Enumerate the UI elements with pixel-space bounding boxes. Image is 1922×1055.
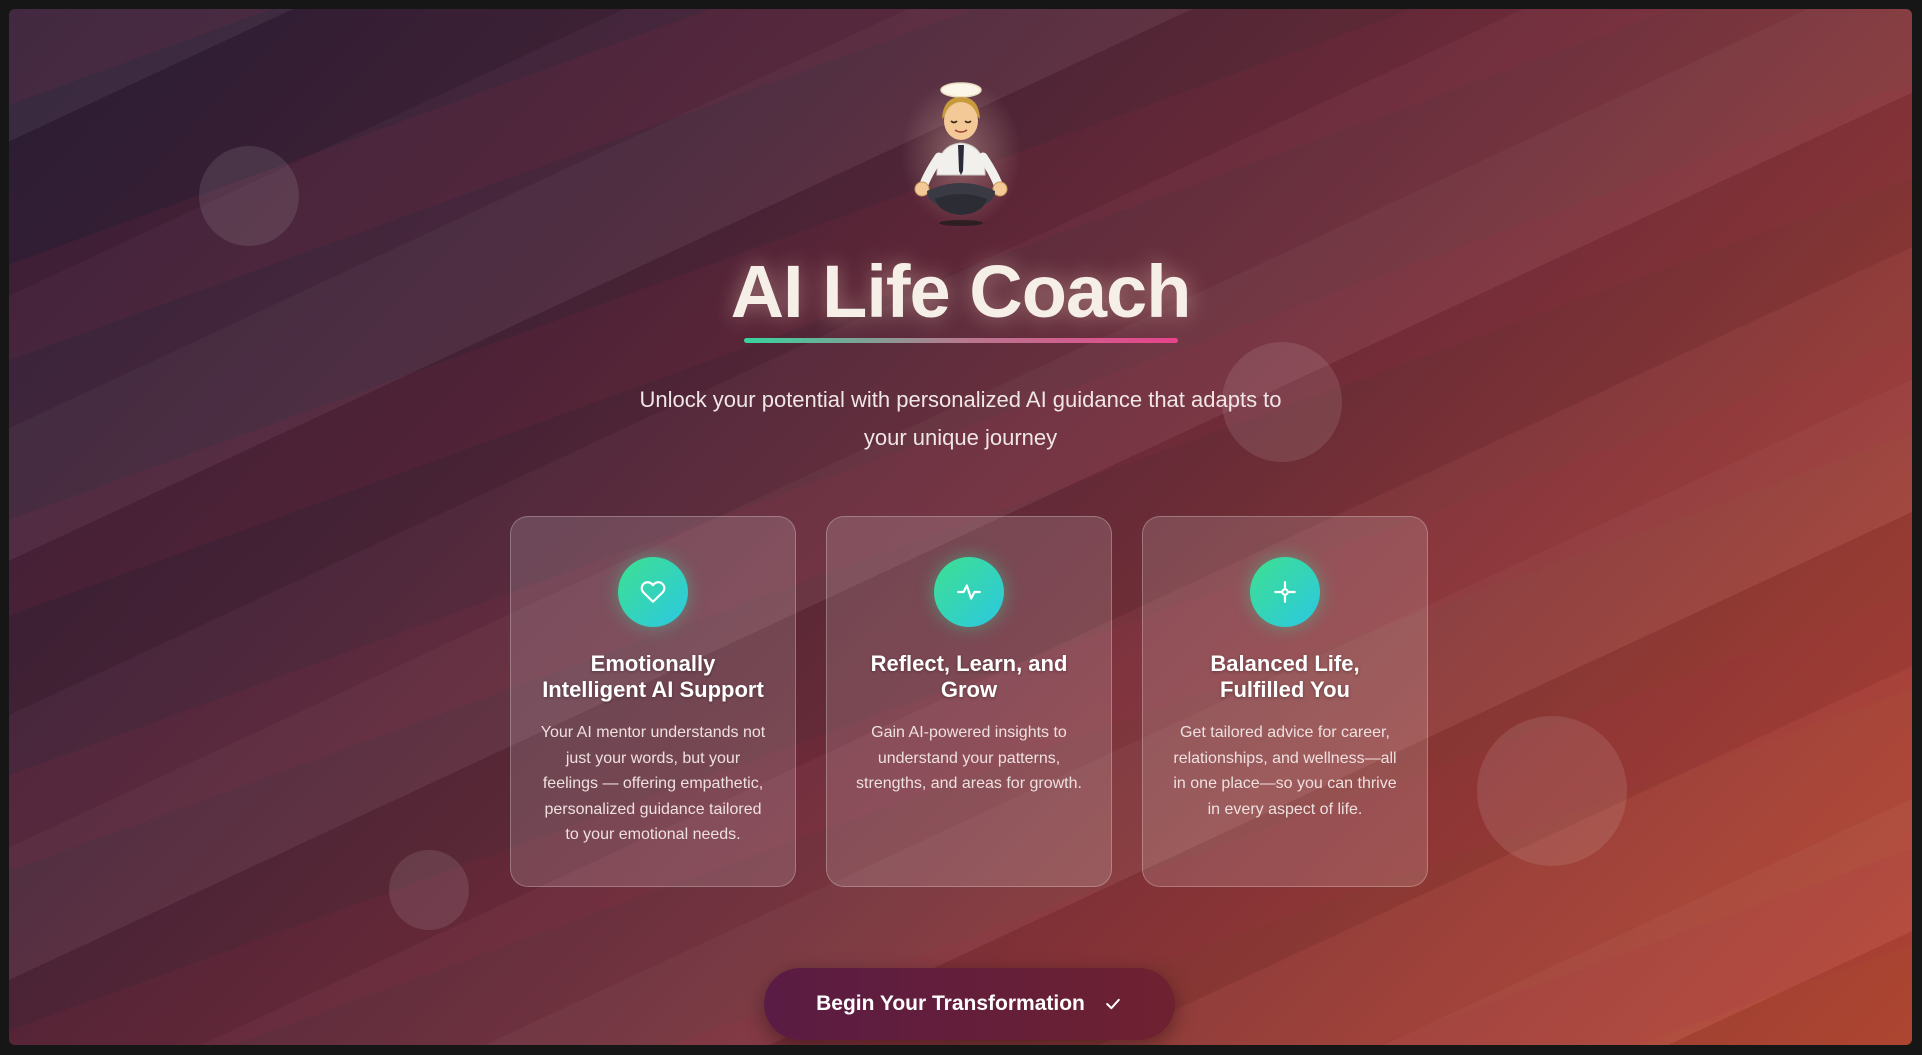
- heart-icon: [618, 557, 688, 627]
- feature-card-balanced-life: Balanced Life, Fulfilled You Get tailore…: [1142, 516, 1428, 887]
- balance-crosshair-icon: [1250, 557, 1320, 627]
- decorative-bubble: [1477, 716, 1627, 866]
- check-icon: [1106, 998, 1120, 1010]
- feature-card-text: Your AI mentor understands not just your…: [540, 724, 766, 843]
- feature-card-emotional-support: Emotionally Intelligent AI Support Your …: [510, 516, 796, 887]
- meditating-person-with-halo-icon: [900, 79, 1021, 229]
- cta-label: Begin Your Transformation: [816, 992, 1085, 1015]
- feature-card-title: Reflect, Learn, and Grow: [870, 651, 1068, 702]
- page-subtitle: Unlock your potential with personalized …: [639, 387, 1282, 450]
- page-title: AI Life Coach: [730, 250, 1192, 333]
- decorative-bubble: [389, 850, 469, 930]
- begin-transformation-button[interactable]: Begin Your Transformation: [764, 968, 1175, 1040]
- feature-card-title: Emotionally Intelligent AI Support: [542, 651, 764, 702]
- decorative-bubble: [199, 146, 299, 246]
- activity-pulse-icon: [934, 557, 1004, 627]
- feature-card-text: Gain AI-powered insights to understand y…: [856, 724, 1082, 792]
- feature-card-title: Balanced Life, Fulfilled You: [1210, 651, 1360, 702]
- feature-card-reflect-learn-grow: Reflect, Learn, and Grow Gain AI-powered…: [826, 516, 1112, 887]
- title-underline: [743, 338, 1178, 343]
- feature-card-text: Get tailored advice for career, relation…: [1173, 724, 1397, 818]
- feature-cards: Emotionally Intelligent AI Support Your …: [510, 516, 1428, 887]
- app-window: AI Life Coach Unlock your potential with…: [9, 9, 1912, 1045]
